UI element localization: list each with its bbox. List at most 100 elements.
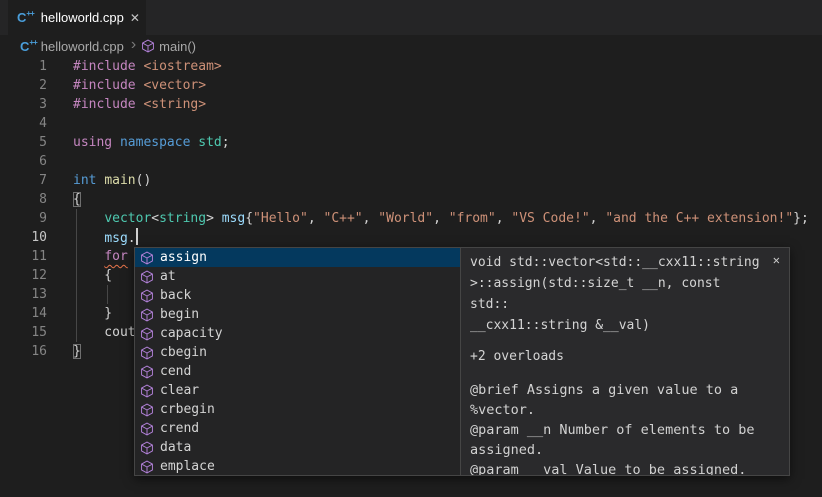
suggest-docs-body: @brief Assigns a given value to a %vecto… <box>470 380 763 475</box>
symbol-method-icon <box>139 459 155 475</box>
suggest-item-label: begin <box>160 307 199 322</box>
suggest-item-label: crbegin <box>160 402 215 417</box>
code-text: #include <string> <box>73 95 206 114</box>
suggest-item-at[interactable]: at <box>135 267 460 286</box>
symbol-method-icon <box>139 364 155 380</box>
suggest-item-data[interactable]: data <box>135 438 460 457</box>
line-number: 6 <box>0 152 47 171</box>
signature-line: __cxx11::string &__val) <box>470 315 763 336</box>
code-line[interactable]: 1#include <iostream> <box>0 57 822 76</box>
line-number: 9 <box>0 209 47 228</box>
cpp-file-icon: C++ <box>20 40 37 53</box>
symbol-method-icon <box>141 39 155 53</box>
cpp-file-icon: C++ <box>17 11 34 24</box>
symbol-method-icon <box>139 307 155 323</box>
signature-line: void std::vector<std::__cxx11::string <box>470 252 763 273</box>
suggest-item-label: cbegin <box>160 345 207 360</box>
line-number: 2 <box>0 76 47 95</box>
code-editor[interactable]: 1#include <iostream>2 #include <vector> 3 #… <box>0 57 822 497</box>
code-line[interactable]: 5 using namespace std; <box>0 133 822 152</box>
code-text: using namespace std; <box>73 133 230 152</box>
suggest-item-back[interactable]: back <box>135 286 460 305</box>
code-line[interactable]: 3 #include <string> <box>0 95 822 114</box>
line-number: 4 <box>0 114 47 133</box>
line-number: 16 <box>0 342 47 361</box>
symbol-method-icon <box>139 421 155 437</box>
breadcrumb: C++ helloworld.cpp › main() <box>0 35 822 57</box>
suggest-item-label: emplace <box>160 459 215 474</box>
tab-helloworld-cpp[interactable]: C++ helloworld.cpp ✕ <box>8 0 146 35</box>
docs-line: @brief Assigns a given value to a %vecto… <box>470 380 763 420</box>
suggest-item-assign[interactable]: assign <box>135 248 460 267</box>
code-line[interactable]: 9 vector<string> msg{"Hello", "C++", "Wo… <box>0 209 822 228</box>
code-text: int main() <box>73 171 151 190</box>
tab-title: helloworld.cpp <box>41 10 124 25</box>
suggest-item-label: cend <box>160 364 191 379</box>
suggest-item-capacity[interactable]: capacity <box>135 324 460 343</box>
suggest-docs-signature: void std::vector<std::__cxx11::string>::… <box>470 252 763 336</box>
line-number: 14 <box>0 304 47 323</box>
line-number: 10 <box>0 228 47 247</box>
tab-bar: C++ helloworld.cpp ✕ <box>0 0 822 35</box>
breadcrumb-file[interactable]: helloworld.cpp <box>41 39 124 54</box>
suggest-docs-panel: ✕ void std::vector<std::__cxx11::string>… <box>461 248 789 475</box>
code-text: } <box>73 342 81 361</box>
suggest-item-begin[interactable]: begin <box>135 305 460 324</box>
code-text: msg. <box>73 228 138 247</box>
chevron-right-icon: › <box>131 36 136 54</box>
suggest-item-label: data <box>160 440 191 455</box>
code-text: } <box>73 304 112 323</box>
symbol-method-icon <box>139 383 155 399</box>
signature-line: >::assign(std::size_t __n, const std:: <box>470 273 763 315</box>
code-text: vector<string> msg{"Hello", "C++", "Worl… <box>73 209 809 228</box>
code-text: #include <iostream> <box>73 57 222 76</box>
code-line[interactable]: 6 <box>0 152 822 171</box>
line-number: 7 <box>0 171 47 190</box>
cpp-icon-plus: ++ <box>26 10 33 18</box>
line-number: 5 <box>0 133 47 152</box>
code-line[interactable]: 8{ <box>0 190 822 209</box>
suggest-item-cbegin[interactable]: cbegin <box>135 343 460 362</box>
suggest-item-emplace[interactable]: emplace <box>135 457 460 475</box>
code-text: for <box>73 247 128 266</box>
line-number: 12 <box>0 266 47 285</box>
close-icon[interactable]: ✕ <box>773 253 780 267</box>
overloads-link[interactable]: +2 overloads <box>470 349 763 364</box>
suggest-item-label: at <box>160 269 176 284</box>
code-text: { <box>73 266 112 285</box>
symbol-method-icon <box>139 269 155 285</box>
line-number: 15 <box>0 323 47 342</box>
docs-line: @param __val Value to be assigned. <box>470 460 763 475</box>
suggest-item-crbegin[interactable]: crbegin <box>135 400 460 419</box>
suggest-widget: assign at back begin capacity cbegin cen… <box>134 247 790 476</box>
line-number: 13 <box>0 285 47 304</box>
suggest-item-label: assign <box>160 250 207 265</box>
code-line[interactable]: 10 msg. <box>0 228 822 247</box>
suggest-item-cend[interactable]: cend <box>135 362 460 381</box>
indent-guide <box>107 285 108 304</box>
symbol-method-icon <box>139 345 155 361</box>
line-number: 3 <box>0 95 47 114</box>
cpp-icon-plus: ++ <box>29 39 36 47</box>
tab-close-icon[interactable]: ✕ <box>130 11 140 25</box>
cpp-icon-letter: C <box>17 11 26 24</box>
code-text: { <box>73 190 81 209</box>
line-number: 8 <box>0 190 47 209</box>
breadcrumb-symbol[interactable]: main() <box>159 39 196 54</box>
indent-guide <box>76 209 77 342</box>
code-text: #include <vector> <box>73 76 206 95</box>
suggest-list: assign at back begin capacity cbegin cen… <box>135 248 461 475</box>
code-line[interactable]: 2 #include <vector> <box>0 76 822 95</box>
cpp-icon-letter: C <box>20 40 29 53</box>
suggest-item-clear[interactable]: clear <box>135 381 460 400</box>
code-line[interactable]: 4 <box>0 114 822 133</box>
text-cursor <box>136 228 138 245</box>
code-line[interactable]: 7 int main() <box>0 171 822 190</box>
suggest-item-label: capacity <box>160 326 223 341</box>
suggest-item-label: crend <box>160 421 199 436</box>
symbol-method-icon <box>139 250 155 266</box>
symbol-method-icon <box>139 288 155 304</box>
suggest-item-crend[interactable]: crend <box>135 419 460 438</box>
symbol-method-icon <box>139 440 155 456</box>
docs-line: @param __n Number of elements to be assi… <box>470 420 763 460</box>
